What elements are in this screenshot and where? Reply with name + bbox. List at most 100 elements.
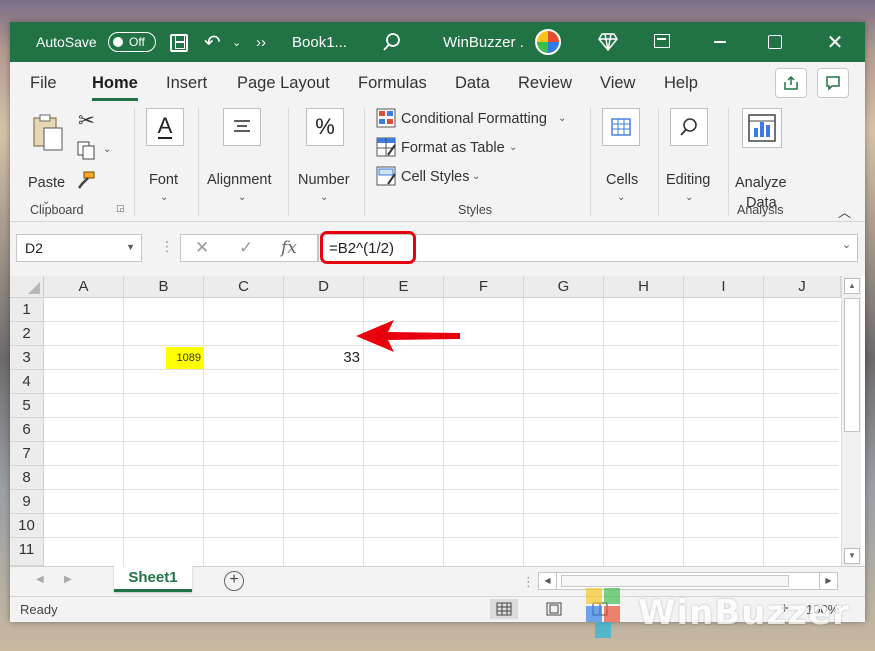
page-layout-view-icon[interactable] [540,599,568,619]
alignment-icon[interactable] [223,108,261,146]
font-icon[interactable]: A [146,108,184,146]
row-header[interactable]: 6 [10,418,44,442]
paste-icon[interactable] [30,112,66,156]
cells-icon[interactable] [602,108,640,146]
column-header[interactable]: B [124,276,204,298]
workbook-title[interactable]: Book1... [292,22,347,62]
user-avatar[interactable] [535,29,561,55]
select-all-button[interactable] [10,276,44,298]
tab-insert[interactable]: Insert [166,74,207,93]
scroll-down-icon[interactable]: ▼ [844,548,860,564]
row-header[interactable]: 1 [10,298,44,322]
comments-button[interactable] [817,68,849,98]
column-header[interactable]: A [44,276,124,298]
tab-page-layout[interactable]: Page Layout [237,74,330,93]
format-as-table-icon[interactable] [376,137,396,161]
cell-styles-icon[interactable] [376,166,396,190]
vertical-scroll-thumb[interactable] [844,298,860,432]
cell-styles-dropdown-icon[interactable]: ⌄ [472,171,480,182]
editing-button[interactable]: Editing [666,172,710,188]
tab-help[interactable]: Help [664,74,698,93]
tab-view[interactable]: View [600,74,635,93]
tab-file[interactable]: File [30,74,57,93]
format-as-table-dropdown-icon[interactable]: ⌄ [509,142,517,153]
tab-review[interactable]: Review [518,74,572,93]
font-button[interactable]: Font [149,172,178,188]
minimize-button[interactable] [700,22,740,62]
percent-icon[interactable]: % [306,108,344,146]
name-box-dropdown-icon[interactable]: ▼ [126,242,135,252]
cells-dropdown-icon[interactable]: ⌄ [617,192,625,203]
copy-dropdown-icon[interactable]: ⌄ [103,144,111,155]
editing-search-icon[interactable] [670,108,708,146]
column-header[interactable]: I [684,276,764,298]
cells-button[interactable]: Cells [606,172,638,188]
analyze-data-button[interactable]: Analyze [735,175,787,191]
column-header[interactable]: D [284,276,364,298]
expand-formula-bar-icon[interactable]: ⌄ [842,238,851,251]
undo-dropdown-icon[interactable]: ⌄ [232,22,241,62]
column-header[interactable]: G [524,276,604,298]
format-as-table-button[interactable]: Format as Table [401,140,505,156]
row-header[interactable]: 10 [10,514,44,538]
close-button[interactable]: ✕ [815,22,855,62]
tab-formulas[interactable]: Formulas [358,74,427,93]
sheet-next-icon[interactable]: ▶ [64,574,72,585]
alignment-dropdown-icon[interactable]: ⌄ [238,192,246,203]
alignment-button[interactable]: Alignment [207,172,271,188]
column-header[interactable]: F [444,276,524,298]
column-header[interactable]: H [604,276,684,298]
row-header[interactable]: 5 [10,394,44,418]
scroll-up-icon[interactable]: ▲ [844,278,860,294]
cancel-icon[interactable]: ✕ [195,238,209,258]
conditional-formatting-icon[interactable] [376,108,396,132]
row-header[interactable]: 7 [10,442,44,466]
cut-icon[interactable]: ✂ [78,108,95,133]
collapse-ribbon-icon[interactable]: ︿ [838,202,851,221]
row-header[interactable]: 4 [10,370,44,394]
cell-b2[interactable]: 1089 [166,347,203,369]
scroll-left-icon[interactable]: ◀ [539,573,557,589]
row-header[interactable]: 8 [10,466,44,490]
tab-data[interactable]: Data [455,74,490,93]
vertical-scrollbar[interactable]: ▲ ▼ [841,276,861,566]
cell-d2[interactable]: 33 [284,347,362,369]
copy-icon[interactable] [76,140,96,164]
conditional-formatting-dropdown-icon[interactable]: ⌄ [558,113,566,124]
conditional-formatting-button[interactable]: Conditional Formatting [401,111,547,127]
font-dropdown-icon[interactable]: ⌄ [160,192,168,203]
row-header[interactable]: 2 [10,322,44,346]
analyze-data-icon[interactable] [742,108,782,148]
insert-function-icon[interactable]: fx [281,238,297,258]
more-commands-icon[interactable]: ›› [256,22,266,62]
column-header[interactable]: J [764,276,841,298]
autosave-toggle[interactable]: Off [108,32,156,52]
row-header[interactable]: 9 [10,490,44,514]
number-dropdown-icon[interactable]: ⌄ [320,192,328,203]
row-header[interactable]: 3 [10,346,44,370]
add-sheet-button[interactable]: + [224,571,244,591]
number-button[interactable]: Number [298,172,350,188]
paste-button[interactable]: Paste [28,175,65,191]
tab-splitter-icon[interactable]: ⋮ [522,574,535,590]
name-box[interactable]: D2 ▼ [16,234,142,262]
tab-home[interactable]: Home [92,74,138,101]
ribbon-display-options-icon[interactable] [654,34,670,48]
column-header[interactable]: E [364,276,444,298]
column-header[interactable]: C [204,276,284,298]
premium-diamond-icon[interactable] [598,22,618,62]
search-icon[interactable] [382,22,402,62]
user-name[interactable]: WinBuzzer . [443,22,524,62]
clipboard-launcher-icon[interactable]: ◲ [116,203,125,214]
save-icon[interactable] [170,34,188,52]
share-button[interactable] [775,68,807,98]
sheet-tab-sheet1[interactable]: Sheet1 [114,566,192,592]
editing-dropdown-icon[interactable]: ⌄ [685,192,693,203]
undo-icon[interactable]: ↶ [204,22,221,62]
row-header[interactable]: 11 [10,538,44,566]
format-painter-icon[interactable] [76,170,96,194]
sheet-prev-icon[interactable]: ◀ [36,574,44,585]
cell-styles-button[interactable]: Cell Styles [401,169,470,185]
normal-view-icon[interactable] [490,599,518,619]
enter-icon[interactable]: ✓ [239,238,253,258]
